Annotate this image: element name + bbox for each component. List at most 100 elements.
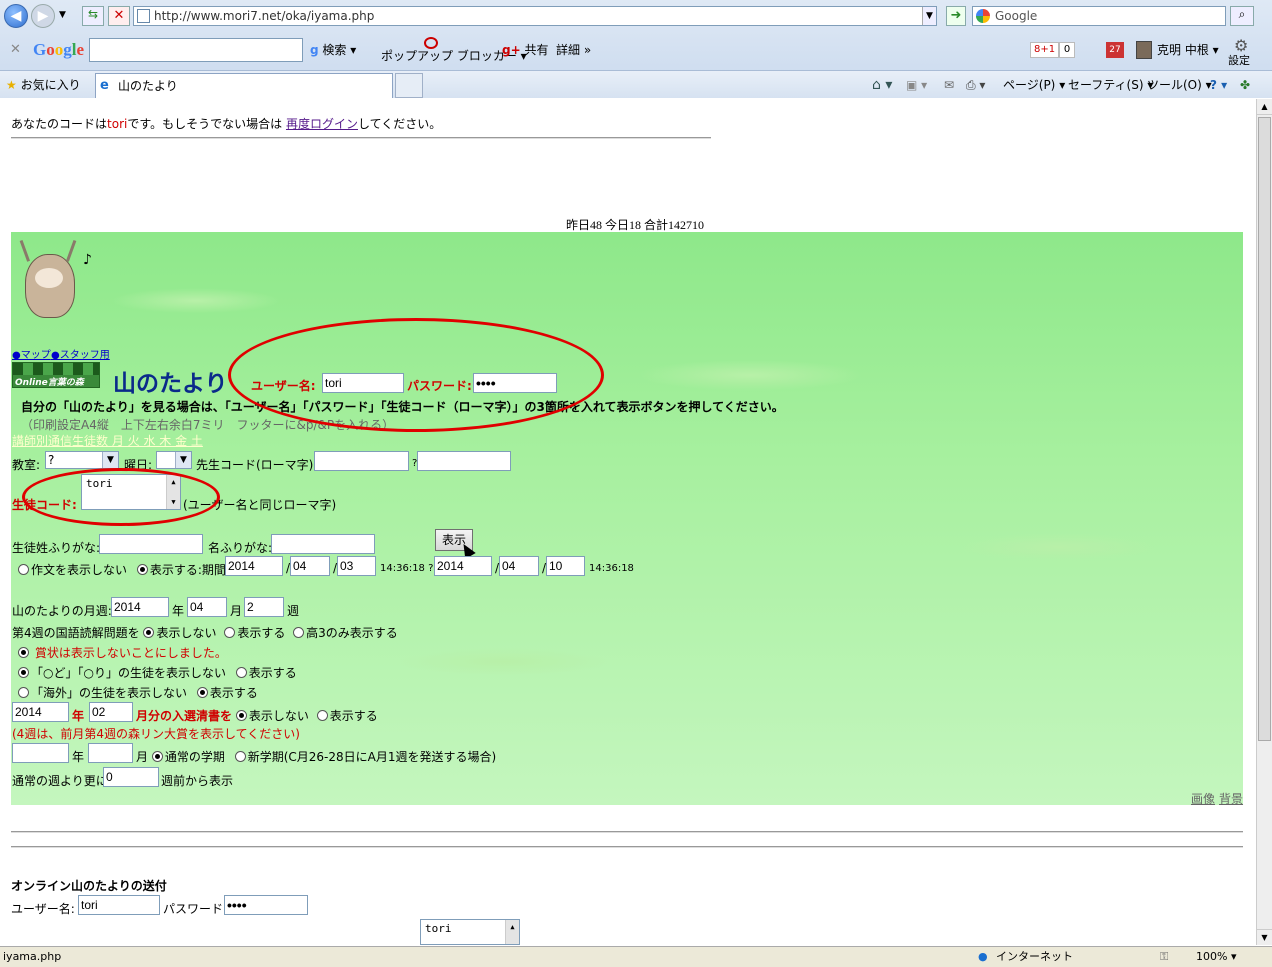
notifications-icon[interactable]: 27 <box>1106 42 1124 58</box>
from-year-input[interactable] <box>225 556 283 576</box>
tools-menu[interactable]: ツール(O) ▾ <box>1147 74 1212 96</box>
search-input[interactable]: Google <box>972 6 1226 26</box>
entry-year-input[interactable] <box>12 702 69 722</box>
go-icon[interactable]: ➜ <box>946 6 966 26</box>
monthly-week-input[interactable] <box>244 597 284 617</box>
safety-menu[interactable]: セーフティ(S) ▾ <box>1068 74 1153 96</box>
visitor-counter: 昨日48 今日18 合計142710 <box>566 218 705 232</box>
monthly-year-input[interactable] <box>111 597 169 617</box>
weekday-select[interactable]: ▼ <box>156 451 192 469</box>
monthly-label: 山のたよりの月週: <box>12 604 112 618</box>
overseas-hide-radio[interactable] <box>18 687 29 698</box>
to-year-input[interactable] <box>434 556 492 576</box>
zoom-control[interactable]: 100% ▾ <box>1196 947 1236 967</box>
avatar[interactable] <box>1136 41 1152 59</box>
address-bar[interactable]: http://www.mori7.net/oka/iyama.php <box>133 6 937 26</box>
user-menu[interactable]: 克明 中根 ▾ <box>1157 36 1219 64</box>
textarea-scrollbar[interactable]: ▲ <box>505 920 519 944</box>
image-link[interactable]: 画像 <box>1191 790 1215 807</box>
google-search-field[interactable] <box>89 38 303 62</box>
year-unit: 年 <box>172 604 185 618</box>
tab-bar: ★ お気に入り 山のたより e ⌂ ▾ ▣ ▾ ✉ ⎙ ▾ ページ(P) ▾ セ… <box>0 70 1272 98</box>
relogin-link[interactable]: 再度ログイン <box>286 117 358 131</box>
from-day-input[interactable] <box>337 556 376 576</box>
overseas-show-radio[interactable] <box>196 687 208 698</box>
google-search-button[interactable]: g 検索 ▾ <box>310 36 356 64</box>
settings-label[interactable]: 設定 <box>1228 52 1250 68</box>
help-icon[interactable]: ? ▾ <box>1210 74 1227 96</box>
weekday-links[interactable]: 講師別通信生徒数 月 火 水 木 金 土 <box>12 432 203 449</box>
q4-show-radio[interactable] <box>224 627 236 638</box>
send-code-textarea[interactable]: tori ▲ <box>420 919 520 945</box>
logo[interactable]: Online言葉の森 <box>12 362 100 388</box>
award-row: 賞状は表示しないことにしました。 <box>18 644 227 661</box>
odo-hide-radio[interactable] <box>18 667 29 678</box>
month-unit: 月 <box>230 604 243 618</box>
status-bar: iyama.php ● インターネット ⚿ 100% ▾ <box>0 946 1272 967</box>
stop-icon[interactable]: ✕ <box>108 6 130 26</box>
surname-kana-input[interactable] <box>99 534 203 554</box>
address-dropdown-icon[interactable]: ▼ <box>922 7 936 25</box>
teacher-code-input[interactable] <box>314 451 409 471</box>
week-unit: 週 <box>287 604 300 618</box>
essay-hide-radio[interactable] <box>18 564 29 575</box>
term-year-input[interactable] <box>12 743 69 763</box>
compat-view-icon[interactable]: ⇆ <box>82 6 104 26</box>
staff-link[interactable]: ●スタッフ用 <box>51 346 110 361</box>
favorites-button[interactable]: ★ お気に入り <box>6 74 81 96</box>
send-user-label: ユーザー名: <box>11 902 75 916</box>
send-pass-input[interactable] <box>224 895 308 915</box>
new-term-radio[interactable] <box>234 751 246 762</box>
award-radio[interactable] <box>18 647 29 658</box>
classroom-select[interactable]: ? ▼ <box>45 451 119 469</box>
teacher-code-label: 先生コード(ローマ字): <box>196 458 318 472</box>
entry-hide-radio[interactable] <box>235 710 247 721</box>
background-link[interactable]: 背景 <box>1219 790 1243 807</box>
week-before-input[interactable] <box>103 767 159 787</box>
week-before-label: 通常の週より更に <box>12 774 108 788</box>
q4-high3-radio[interactable] <box>293 627 305 638</box>
new-tab-button[interactable] <box>395 73 423 98</box>
to-month-input[interactable] <box>499 556 539 576</box>
back-button[interactable]: ◀ <box>4 4 28 28</box>
entry-month-input[interactable] <box>89 702 133 722</box>
scrollbar-thumb[interactable] <box>1258 117 1271 741</box>
tab-yamanotayori[interactable]: 山のたより <box>95 73 393 98</box>
mail-icon[interactable]: ✉ <box>944 74 954 96</box>
to-day-input[interactable] <box>546 556 585 576</box>
login-notice: あなたのコードはtoriです。もしそうでない場合は 再度ログインしてください。 <box>11 117 442 131</box>
popup-blocker-icon <box>424 37 438 49</box>
page-title: 山のたより <box>113 371 228 397</box>
status-text: iyama.php <box>3 950 62 963</box>
page-scrollbar[interactable]: ▲ ▼ <box>1256 99 1272 945</box>
odo-show-radio[interactable] <box>235 667 247 678</box>
feeds-icon[interactable]: ▣ ▾ <box>906 74 927 96</box>
search-icon[interactable]: ⌕ <box>1230 6 1254 26</box>
map-link[interactable]: ●マップ <box>12 346 51 361</box>
essay-show-radio[interactable] <box>136 564 148 575</box>
normal-term-radio[interactable] <box>151 751 163 762</box>
details-button[interactable]: 詳細 » <box>556 36 591 64</box>
term-year-unit: 年 <box>72 750 85 764</box>
login-code: tori <box>107 117 128 131</box>
forward-button[interactable]: ▶ <box>31 4 55 28</box>
send-user-input[interactable] <box>78 895 160 915</box>
plus-one-badge[interactable]: 8+1 <box>1030 42 1060 58</box>
entry-show-radio[interactable] <box>316 710 328 721</box>
research-icon[interactable]: ✤ <box>1240 74 1250 96</box>
toolbar-close-icon[interactable]: ✕ <box>10 36 21 64</box>
monthly-month-input[interactable] <box>187 597 227 617</box>
highlight-ellipse-student-code <box>22 468 220 526</box>
name-kana-input[interactable] <box>271 534 375 554</box>
from-month-input[interactable] <box>290 556 330 576</box>
plus-one-count: 0 <box>1059 42 1075 58</box>
q4-hide-radio[interactable] <box>143 627 155 638</box>
page-menu[interactable]: ページ(P) ▾ <box>1003 74 1065 96</box>
home-icon[interactable]: ⌂ ▾ <box>872 74 892 96</box>
divider <box>11 831 1243 833</box>
term-month-input[interactable] <box>88 743 133 763</box>
share-button[interactable]: g+ 共有 <box>502 36 549 64</box>
teacher-code-input-2[interactable] <box>417 451 511 471</box>
print-icon[interactable]: ⎙ ▾ <box>966 74 985 96</box>
history-dropdown-icon[interactable]: ▼ <box>59 10 66 20</box>
